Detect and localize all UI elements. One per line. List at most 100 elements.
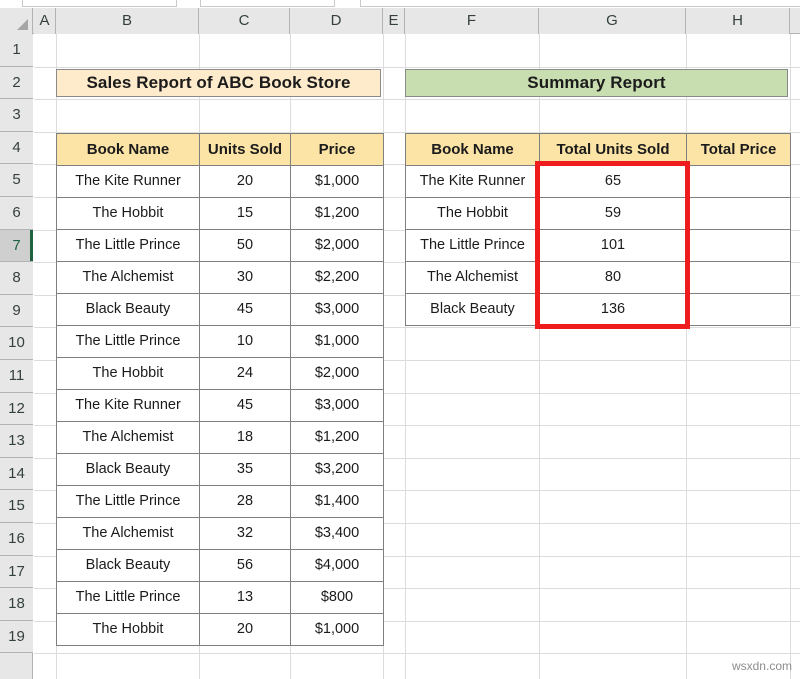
cell-price[interactable]: $2,000 (291, 357, 384, 389)
cell-units[interactable]: 56 (200, 549, 291, 581)
row-header-13[interactable]: 13 (0, 425, 33, 458)
table-row[interactable]: The Little Prince28$1,400 (57, 485, 384, 517)
cell-book[interactable]: The Hobbit (57, 197, 200, 229)
row-header-11[interactable]: 11 (0, 360, 33, 393)
table-row[interactable]: The Little Prince10$1,000 (57, 325, 384, 357)
row-header-16[interactable]: 16 (0, 523, 33, 556)
sales-report-table[interactable]: Book NameUnits SoldPrice The Kite Runner… (56, 133, 384, 646)
cell-price[interactable]: $2,200 (291, 261, 384, 293)
cell-price[interactable]: $1,000 (291, 165, 384, 197)
table-row[interactable]: Black Beauty45$3,000 (57, 293, 384, 325)
table-row[interactable]: The Little Prince50$2,000 (57, 229, 384, 261)
column-header-g[interactable]: G (539, 8, 686, 34)
cell-book[interactable]: The Little Prince (57, 325, 200, 357)
cell-units[interactable]: 32 (200, 517, 291, 549)
column-header-c[interactable]: C (199, 8, 290, 34)
cell-total-units[interactable]: 101 (540, 229, 687, 261)
table-row[interactable]: Black Beauty136 (406, 293, 791, 325)
table-row[interactable]: The Alchemist18$1,200 (57, 421, 384, 453)
row-header-3[interactable]: 3 (0, 99, 33, 132)
table-row[interactable]: The Kite Runner45$3,000 (57, 389, 384, 421)
row-header-14[interactable]: 14 (0, 458, 33, 491)
cell-units[interactable]: 13 (200, 581, 291, 613)
cell-price[interactable]: $1,000 (291, 613, 384, 645)
cell-book[interactable]: The Kite Runner (57, 165, 200, 197)
cell-book[interactable]: The Alchemist (57, 421, 200, 453)
cell-total-price[interactable] (687, 165, 791, 197)
cell-book[interactable]: Black Beauty (406, 293, 540, 325)
table-row[interactable]: The Kite Runner20$1,000 (57, 165, 384, 197)
cell-book[interactable]: Black Beauty (57, 549, 200, 581)
table-row[interactable]: Black Beauty56$4,000 (57, 549, 384, 581)
cell-book[interactable]: The Alchemist (57, 261, 200, 293)
cell-price[interactable]: $2,000 (291, 229, 384, 261)
cell-units[interactable]: 28 (200, 485, 291, 517)
column-header-a[interactable]: A (34, 8, 56, 34)
row-header-9[interactable]: 9 (0, 295, 33, 328)
column-header-bar[interactable]: ABCDEFGH (0, 8, 800, 34)
column-header-e[interactable]: E (383, 8, 405, 34)
table-row[interactable]: The Hobbit15$1,200 (57, 197, 384, 229)
sales-table-body[interactable]: The Kite Runner20$1,000The Hobbit15$1,20… (57, 165, 384, 645)
cell-units[interactable]: 20 (200, 613, 291, 645)
cell-book[interactable]: Black Beauty (57, 293, 200, 325)
cell-price[interactable]: $1,200 (291, 421, 384, 453)
cell-units[interactable]: 20 (200, 165, 291, 197)
row-header-1[interactable]: 1 (0, 34, 33, 67)
table-row[interactable]: The Alchemist80 (406, 261, 791, 293)
row-header-7[interactable]: 7 (0, 230, 33, 263)
cell-units[interactable]: 50 (200, 229, 291, 261)
select-all-triangle-icon[interactable] (0, 8, 33, 34)
cell-units[interactable]: 45 (200, 389, 291, 421)
table-row[interactable]: Black Beauty35$3,200 (57, 453, 384, 485)
cell-total-price[interactable] (687, 229, 791, 261)
cell-total-units[interactable]: 65 (540, 165, 687, 197)
cell-total-units[interactable]: 59 (540, 197, 687, 229)
cell-book[interactable]: Black Beauty (57, 453, 200, 485)
cell-units[interactable]: 45 (200, 293, 291, 325)
table-row[interactable]: The Alchemist30$2,200 (57, 261, 384, 293)
cell-book[interactable]: The Little Prince (57, 485, 200, 517)
cell-units[interactable]: 10 (200, 325, 291, 357)
cell-price[interactable]: $3,000 (291, 293, 384, 325)
cell-price[interactable]: $1,000 (291, 325, 384, 357)
cell-total-price[interactable] (687, 293, 791, 325)
table-row[interactable]: The Little Prince13$800 (57, 581, 384, 613)
row-header-4[interactable]: 4 (0, 132, 33, 165)
table-row[interactable]: The Hobbit24$2,000 (57, 357, 384, 389)
cell-book[interactable]: The Little Prince (57, 229, 200, 261)
cell-units[interactable]: 35 (200, 453, 291, 485)
cell-total-units[interactable]: 80 (540, 261, 687, 293)
row-header-10[interactable]: 10 (0, 327, 33, 360)
cell-price[interactable]: $3,200 (291, 453, 384, 485)
spreadsheet-canvas[interactable]: ABCDEFGH 12345678910111213141516171819 S… (0, 8, 800, 679)
cell-price[interactable]: $4,000 (291, 549, 384, 581)
column-header-f[interactable]: F (405, 8, 539, 34)
row-header-19[interactable]: 19 (0, 621, 33, 654)
cell-units[interactable]: 15 (200, 197, 291, 229)
cell-book[interactable]: The Little Prince (406, 229, 540, 261)
cell-book[interactable]: The Alchemist (406, 261, 540, 293)
row-header-18[interactable]: 18 (0, 588, 33, 621)
cell-book[interactable]: The Kite Runner (57, 389, 200, 421)
row-header-12[interactable]: 12 (0, 393, 33, 426)
row-header-6[interactable]: 6 (0, 197, 33, 230)
column-header-b[interactable]: B (56, 8, 199, 34)
table-row[interactable]: The Kite Runner65 (406, 165, 791, 197)
cell-book[interactable]: The Hobbit (57, 357, 200, 389)
table-row[interactable]: The Hobbit59 (406, 197, 791, 229)
row-header-17[interactable]: 17 (0, 556, 33, 589)
cell-price[interactable]: $800 (291, 581, 384, 613)
cell-total-price[interactable] (687, 261, 791, 293)
column-header-h[interactable]: H (686, 8, 790, 34)
row-header-bar[interactable]: 12345678910111213141516171819 (0, 34, 33, 679)
cell-price[interactable]: $3,000 (291, 389, 384, 421)
summary-table-body[interactable]: The Kite Runner65The Hobbit59The Little … (406, 165, 791, 325)
row-header-2[interactable]: 2 (0, 67, 33, 100)
cell-units[interactable]: 30 (200, 261, 291, 293)
table-row[interactable]: The Alchemist32$3,400 (57, 517, 384, 549)
cell-book[interactable]: The Hobbit (57, 613, 200, 645)
cell-total-units[interactable]: 136 (540, 293, 687, 325)
summary-report-table[interactable]: Book NameTotal Units SoldTotal Price The… (405, 133, 791, 326)
cell-units[interactable]: 24 (200, 357, 291, 389)
